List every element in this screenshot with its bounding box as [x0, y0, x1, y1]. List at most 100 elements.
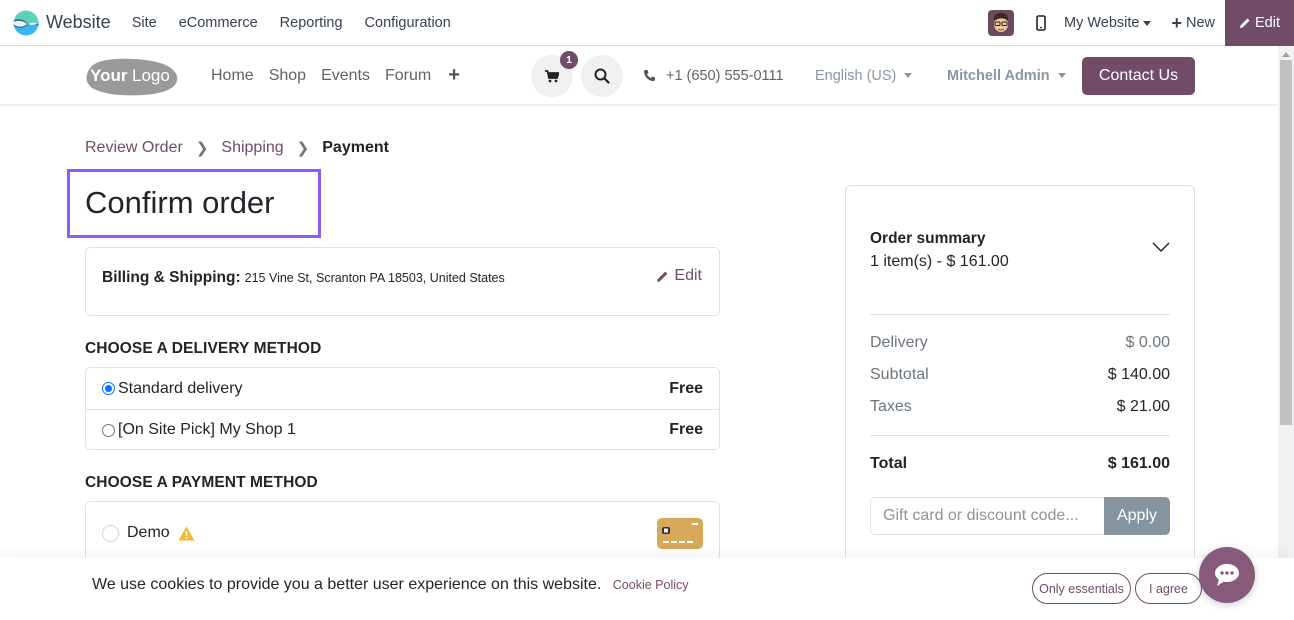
breadcrumb-payment: Payment [322, 139, 389, 156]
delivery-option-label: Standard delivery [118, 379, 243, 397]
new-button[interactable]: + New [1171, 14, 1215, 32]
total-label: Total [870, 455, 908, 472]
order-summary-count: 1 item(s) - $ 161.00 [870, 253, 1009, 270]
checkout-breadcrumb: Review Order ❯ Shipping ❯ Payment [85, 139, 389, 157]
shopping-cart-icon [545, 69, 559, 82]
language-label: English (US) [815, 67, 897, 84]
website-app-logo[interactable] [13, 10, 39, 36]
apply-promo-button[interactable]: Apply [1104, 497, 1170, 535]
warning-icon[interactable] [178, 526, 195, 541]
summary-value: $ 0.00 [1125, 334, 1170, 351]
caret-down-icon [904, 73, 913, 78]
contact-us-button[interactable]: Contact Us [1082, 57, 1195, 95]
promo-code-group: Apply [870, 497, 1170, 535]
cookie-banner: We use cookies to provide you a better u… [0, 558, 1294, 620]
billing-shipping-label: Billing & Shipping: [102, 269, 241, 286]
website-app-icon [13, 10, 39, 35]
edit-address-label: Edit [674, 267, 702, 284]
summary-label: Delivery [870, 334, 928, 351]
scroll-up-arrow-icon[interactable] [1282, 52, 1290, 57]
caret-down-icon [1057, 73, 1066, 78]
delivery-radio-onsite[interactable] [102, 423, 115, 437]
user-avatar[interactable] [987, 10, 1014, 36]
edit-button-label: Edit [1255, 15, 1280, 31]
cart-count-badge: 1 [560, 51, 578, 69]
delivery-method-list: Standard delivery Free [On Site Pick] My… [85, 367, 720, 450]
order-summary-title: Order summary [870, 230, 986, 247]
menu-ecommerce[interactable]: eCommerce [168, 15, 269, 31]
page-scrollbar[interactable] [1278, 46, 1294, 558]
delivery-option-label: [On Site Pick] My Shop 1 [118, 421, 296, 438]
payment-method-heading: CHOOSE A PAYMENT METHOD [85, 474, 318, 491]
delivery-method-heading: CHOOSE A DELIVERY METHOD [85, 340, 322, 357]
cookie-policy-link[interactable]: Cookie Policy [613, 578, 689, 592]
search-button[interactable] [581, 55, 623, 97]
phone-number: +1 (650) 555-0111 [666, 67, 784, 84]
your-logo[interactable]: Your Logo [84, 56, 179, 96]
website-header: Your Logo Home Shop Events Forum + 1 +1 … [0, 46, 1278, 105]
promo-code-input[interactable] [870, 497, 1104, 535]
billing-shipping-info: Billing & Shipping: 215 Vine St, Scranton… [102, 269, 505, 287]
delivery-option-price: Free [669, 421, 703, 438]
cart-button[interactable]: 1 [531, 51, 578, 97]
app-name: Website [46, 12, 111, 32]
caret-down-icon [1143, 20, 1152, 26]
summary-row-subtotal: Subtotal $ 140.00 [870, 366, 1170, 384]
menu-site[interactable]: Site [121, 15, 168, 31]
page-title: Confirm order [85, 185, 275, 220]
delivery-radio-standard[interactable] [102, 382, 115, 395]
billing-shipping-card: Billing & Shipping: 215 Vine St, Scranton… [85, 247, 720, 316]
user-menu[interactable]: Mitchell Admin [947, 46, 1066, 105]
chevron-right-icon: ❯ [296, 140, 310, 157]
chevron-down-icon[interactable] [1152, 242, 1170, 253]
menu-reporting[interactable]: Reporting [269, 15, 354, 31]
livechat-button[interactable] [1199, 547, 1255, 603]
summary-divider [870, 314, 1170, 315]
delivery-option-onsite[interactable]: [On Site Pick] My Shop 1 Free [86, 409, 719, 450]
nav-home[interactable]: Home [211, 67, 254, 85]
pencil-icon [657, 271, 668, 282]
payment-option-demo[interactable]: Demo [86, 502, 719, 564]
plus-icon: + [1171, 13, 1182, 33]
summary-row-taxes: Taxes $ 21.00 [870, 398, 1170, 416]
nav-shop[interactable]: Shop [269, 67, 306, 85]
only-essentials-button[interactable]: Only essentials [1032, 573, 1131, 604]
summary-value: $ 140.00 [1107, 366, 1170, 383]
delivery-option-standard[interactable]: Standard delivery Free [86, 368, 719, 409]
avatar-face-icon [993, 13, 1008, 32]
add-page-plus-icon[interactable]: + [448, 64, 460, 87]
breadcrumb-review-order[interactable]: Review Order [85, 139, 183, 157]
payment-option-label: Demo [127, 524, 170, 541]
edit-button[interactable]: Edit [1225, 0, 1294, 46]
edit-address-link[interactable]: Edit [656, 267, 702, 285]
i-agree-button[interactable]: I agree [1135, 573, 1202, 604]
mobile-phone-icon [1036, 15, 1046, 31]
payment-radio-demo[interactable] [102, 524, 119, 542]
summary-divider [870, 435, 1170, 436]
credit-card-icon [657, 517, 703, 549]
main-nav: Home Shop Events Forum + [211, 46, 460, 105]
phone-contact[interactable]: +1 (650) 555-0111 [643, 46, 784, 105]
summary-row-total: Total $ 161.00 [870, 455, 1170, 473]
summary-label: Taxes [870, 398, 912, 415]
website-selector[interactable]: My Website [1063, 15, 1152, 31]
nav-events[interactable]: Events [321, 67, 370, 85]
user-name: Mitchell Admin [947, 67, 1050, 84]
billing-shipping-address: 215 Vine St, Scranton PA 18503, United S… [244, 271, 505, 285]
mobile-preview-button[interactable] [1036, 15, 1046, 31]
admin-topbar: Website Site eCommerce Reporting Configu… [0, 0, 1294, 46]
menu-configuration[interactable]: Configuration [354, 15, 462, 31]
summary-value: $ 21.00 [1116, 398, 1170, 415]
nav-forum[interactable]: Forum [385, 67, 431, 85]
scrollbar-thumb[interactable] [1280, 60, 1292, 425]
new-button-label: New [1185, 15, 1215, 31]
language-selector[interactable]: English (US) [815, 46, 913, 105]
pencil-icon [1240, 18, 1250, 28]
breadcrumb-shipping[interactable]: Shipping [221, 139, 283, 157]
summary-row-delivery: Delivery $ 0.00 [870, 334, 1170, 352]
summary-label: Subtotal [870, 366, 929, 383]
logo-text-logo: Logo [132, 66, 170, 85]
chevron-right-icon: ❯ [195, 140, 209, 157]
cookie-message-wrap: We use cookies to provide you a better u… [92, 576, 689, 594]
website-selector-label: My Website [1063, 15, 1140, 31]
